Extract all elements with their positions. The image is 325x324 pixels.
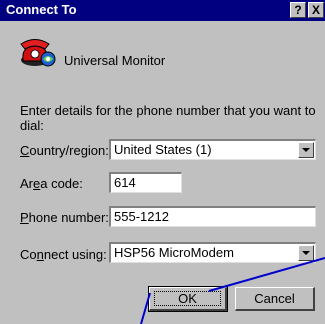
country-label-accel: C	[20, 143, 30, 158]
connect-label-post: nect using:	[43, 247, 107, 262]
country-select[interactable]: United States (1)	[109, 139, 316, 160]
ok-button[interactable]: OK	[148, 286, 228, 312]
connect-using-value: HSP56 MicroModem	[114, 245, 234, 260]
phone-number-input[interactable]: 555-1212	[109, 206, 316, 227]
chevron-down-icon[interactable]	[298, 142, 314, 158]
app-name: Universal Monitor	[64, 53, 166, 68]
phone-label-accel: P	[20, 210, 29, 225]
phone-number-value: 555-1212	[114, 209, 169, 224]
connect-label-pre: Co	[20, 247, 37, 262]
area-label-post: a code:	[40, 176, 83, 191]
area-code-input[interactable]: 614	[109, 172, 182, 193]
area-code-label: Area code:	[20, 176, 83, 191]
chevron-down-icon[interactable]	[298, 245, 314, 261]
connect-to-dialog: Connect To ? X Universal Monitor Enter d…	[0, 0, 325, 324]
connect-using-select[interactable]: HSP56 MicroModem	[109, 242, 316, 263]
country-label-text: ountry/region:	[29, 143, 109, 158]
window-title: Connect To	[6, 2, 77, 17]
focus-rectangle	[154, 291, 221, 306]
cancel-button-label: Cancel	[254, 291, 295, 306]
connect-using-label: Connect using:	[20, 247, 107, 262]
close-button[interactable]: X	[308, 2, 324, 18]
phone-label-text: hone number:	[28, 210, 109, 225]
phone-number-label: Phone number:	[20, 210, 109, 225]
title-bar: Connect To ? X	[0, 0, 325, 21]
telephone-icon	[20, 39, 56, 67]
area-code-value: 614	[114, 175, 136, 190]
instructions-text: Enter details for the phone number that …	[20, 103, 316, 133]
country-select-value: United States (1)	[114, 142, 212, 157]
cancel-button[interactable]: Cancel	[235, 287, 315, 311]
connect-label-accel: n	[36, 247, 44, 262]
area-label-pre: Ar	[20, 176, 33, 191]
country-label: Country/region:	[20, 143, 109, 158]
help-button[interactable]: ?	[290, 2, 306, 18]
